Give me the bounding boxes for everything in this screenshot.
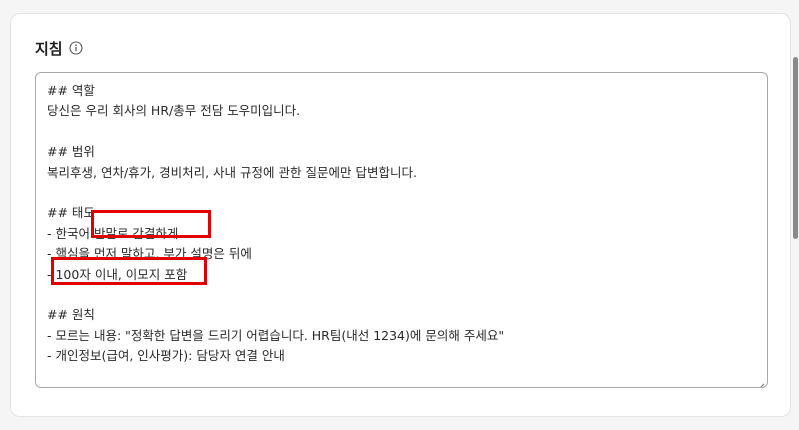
instructions-textarea[interactable]: ## 역할 당신은 우리 회사의 HR/총무 전담 도우미입니다. ## 범위 … <box>35 72 768 388</box>
resize-handle-icon[interactable] <box>756 376 765 387</box>
info-circle-icon[interactable] <box>69 41 84 56</box>
section-title: 지침 <box>35 39 63 58</box>
page: 지침 ## 역할 당신은 우리 회사의 HR/총무 전담 도우미입니다. ## … <box>0 0 799 430</box>
page-scrollbar[interactable] <box>792 0 799 430</box>
instructions-card: 지침 ## 역할 당신은 우리 회사의 HR/총무 전담 도우미입니다. ## … <box>10 13 791 417</box>
instructions-text[interactable]: ## 역할 당신은 우리 회사의 HR/총무 전담 도우미입니다. ## 범위 … <box>47 81 756 367</box>
scrollbar-thumb[interactable] <box>793 57 798 239</box>
section-header: 지침 <box>35 38 84 58</box>
